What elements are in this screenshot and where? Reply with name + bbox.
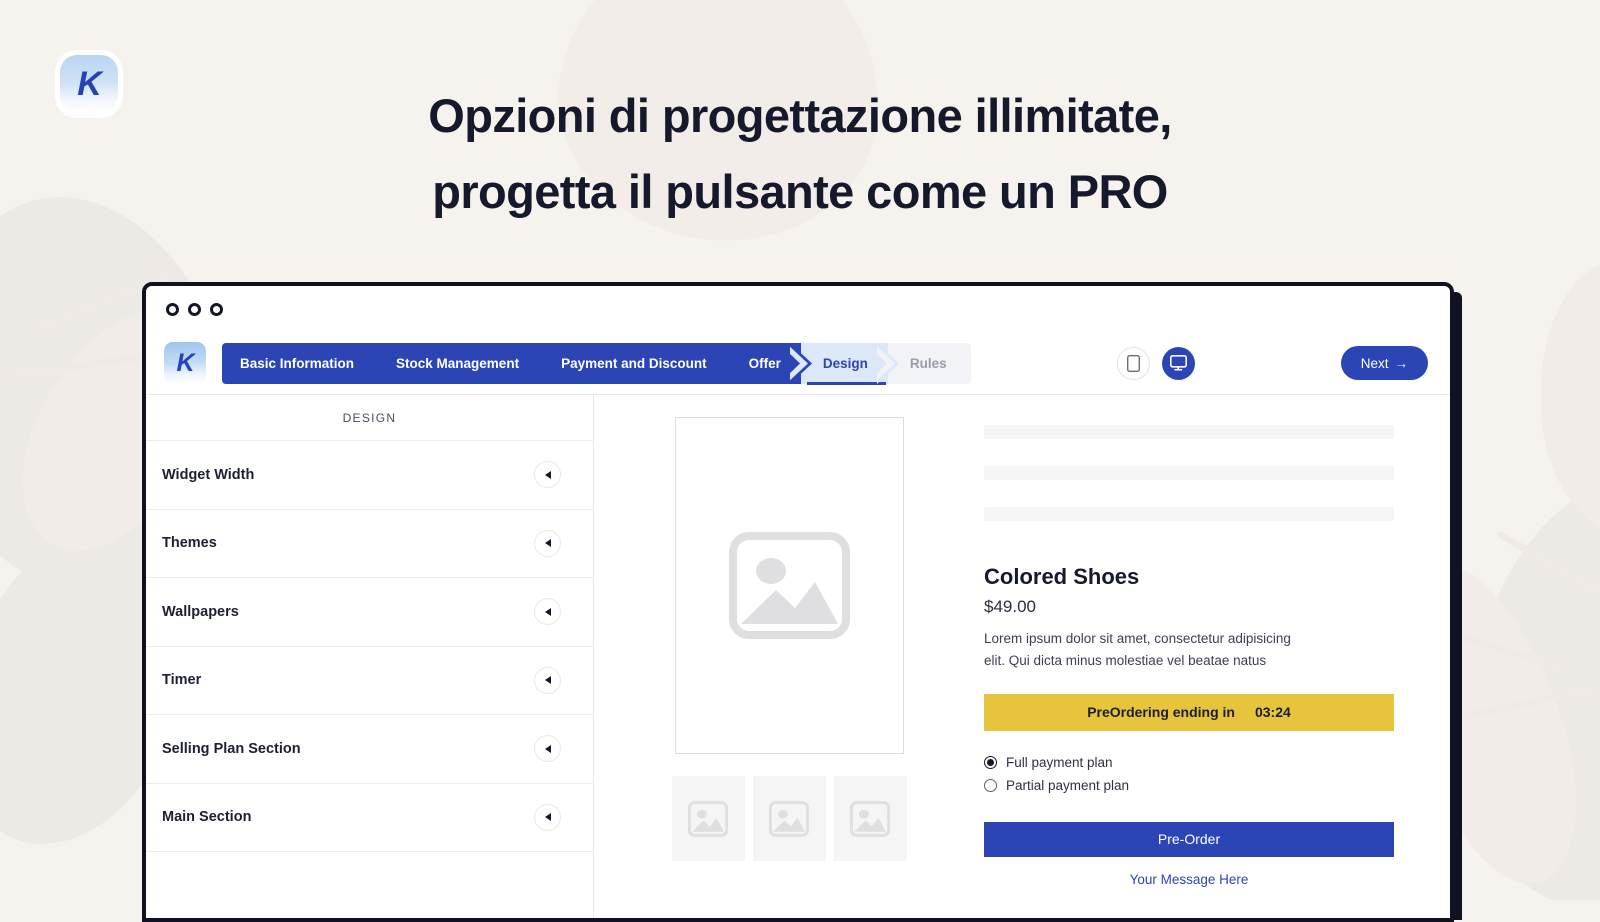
image-placeholder-icon — [850, 801, 890, 837]
page-title: Opzioni di progettazione illimitate, pro… — [0, 78, 1600, 230]
payment-plan-option[interactable]: Partial payment plan — [984, 774, 1394, 797]
sidebar-item-label: Timer — [162, 672, 201, 688]
sidebar-panel-list: Widget Width Themes Wallpapers Timer Selling… — [146, 441, 593, 852]
window-titlebar — [146, 286, 1450, 332]
step-chevron-icon — [716, 343, 738, 384]
countdown-banner: PreOrdering ending in 03:24 — [984, 694, 1394, 731]
sidebar-item-label: Main Section — [162, 809, 251, 825]
widget-preview: Colored Shoes $49.00 Lorem ipsum dolor s… — [594, 395, 1450, 922]
step-label: Stock Management — [396, 356, 519, 371]
chevron-left-icon — [545, 471, 551, 479]
step-basic-information[interactable]: Basic Information — [222, 343, 374, 384]
device-toggle-group — [1117, 347, 1195, 380]
chevron-left-icon — [545, 745, 551, 753]
browser-window: K Basic Information Stock Management Payme… — [142, 282, 1454, 922]
topbar-logo: K — [164, 342, 206, 384]
payment-plan-group: Full payment plan Partial payment plan — [984, 751, 1394, 797]
product-gallery — [594, 417, 984, 922]
step-offer[interactable]: Offer — [727, 343, 801, 384]
step-payment-and-discount[interactable]: Payment and Discount — [539, 343, 727, 384]
radio-selected-icon[interactable] — [984, 756, 997, 769]
skeleton-bar-3 — [984, 507, 1394, 521]
countdown-time: 03:24 — [1255, 704, 1291, 720]
sidebar-item-main-section[interactable]: Main Section — [146, 784, 593, 853]
step-chevron-icon — [790, 343, 812, 384]
window-dot-minimize[interactable] — [188, 303, 201, 316]
step-chevron-icon — [363, 343, 385, 384]
sidebar-item-label: Wallpapers — [162, 604, 239, 620]
wizard-stepper: Basic Information Stock Management Payment… — [222, 343, 971, 384]
chevron-left-icon — [545, 676, 551, 684]
payment-plan-option[interactable]: Full payment plan — [984, 751, 1394, 774]
sidebar-item-timer[interactable]: Timer — [146, 647, 593, 716]
step-chevron-icon — [877, 343, 899, 384]
step-label: Basic Information — [240, 356, 354, 371]
image-placeholder-icon — [729, 532, 850, 639]
step-label: Payment and Discount — [561, 356, 707, 371]
step-label: Design — [823, 356, 868, 371]
sidebar-item-expand-button[interactable] — [534, 598, 561, 625]
step-design[interactable]: Design — [801, 343, 888, 384]
window-dot-close[interactable] — [166, 303, 179, 316]
sidebar-item-wallpapers[interactable]: Wallpapers — [146, 578, 593, 647]
image-placeholder-icon — [769, 801, 809, 837]
step-label: Offer — [749, 356, 781, 371]
product-details: Colored Shoes $49.00 Lorem ipsum dolor s… — [984, 417, 1450, 922]
product-title: Colored Shoes — [984, 564, 1394, 590]
desktop-view-button[interactable] — [1162, 347, 1195, 380]
page-title-line-1: Opzioni di progettazione illimitate, — [0, 78, 1600, 154]
sidebar-item-expand-button[interactable] — [534, 530, 561, 557]
sidebar-item-widget-width[interactable]: Widget Width — [146, 441, 593, 510]
product-thumbnail[interactable] — [672, 776, 745, 861]
next-button-label: Next — [1361, 356, 1389, 371]
sidebar-item-expand-button[interactable] — [534, 804, 561, 831]
step-label: Rules — [910, 356, 947, 371]
topbar-logo-letter: K — [176, 351, 193, 376]
radio-unselected-icon[interactable] — [984, 779, 997, 792]
sidebar-item-selling-plan-section[interactable]: Selling Plan Section — [146, 715, 593, 784]
product-price: $49.00 — [984, 597, 1394, 617]
next-button[interactable]: Next → — [1341, 346, 1428, 380]
page-title-line-2: progetta il pulsante come un PRO — [0, 154, 1600, 230]
monitor-icon — [1170, 355, 1187, 371]
sidebar-item-expand-button[interactable] — [534, 461, 561, 488]
payment-plan-label: Full payment plan — [1006, 755, 1113, 770]
chevron-left-icon — [545, 608, 551, 616]
product-thumbnail[interactable] — [753, 776, 826, 861]
product-main-image[interactable] — [675, 417, 904, 754]
image-placeholder-icon — [688, 801, 728, 837]
sidebar-item-themes[interactable]: Themes — [146, 510, 593, 579]
sidebar-item-expand-button[interactable] — [534, 667, 561, 694]
app-topbar: K Basic Information Stock Management Payme… — [146, 332, 1450, 395]
skeleton-bar-1 — [984, 425, 1394, 439]
product-thumbnail-list — [672, 776, 907, 861]
sidebar-item-label: Themes — [162, 535, 217, 551]
product-thumbnail[interactable] — [834, 776, 907, 861]
skeleton-bar-2 — [984, 466, 1394, 480]
message-link[interactable]: Your Message Here — [984, 872, 1394, 887]
countdown-label: PreOrdering ending in — [1087, 704, 1235, 720]
step-chevron-icon — [528, 343, 550, 384]
chevron-left-icon — [545, 813, 551, 821]
arrow-right-icon: → — [1395, 356, 1409, 371]
sidebar-header: DESIGN — [146, 395, 593, 441]
step-rules[interactable]: Rules — [888, 343, 971, 384]
payment-plan-label: Partial payment plan — [1006, 778, 1129, 793]
window-dot-maximize[interactable] — [210, 303, 223, 316]
step-stock-management[interactable]: Stock Management — [374, 343, 539, 384]
chevron-left-icon — [545, 539, 551, 547]
product-description: Lorem ipsum dolor sit amet, consectetur … — [984, 628, 1314, 673]
sidebar-item-label: Selling Plan Section — [162, 741, 301, 757]
workspace: DESIGN Widget Width Themes Wallpapers Timer… — [146, 395, 1450, 922]
window-controls — [166, 303, 223, 316]
mobile-view-button[interactable] — [1117, 347, 1150, 380]
phone-icon — [1127, 355, 1140, 372]
sidebar-item-label: Widget Width — [162, 467, 254, 483]
preorder-button[interactable]: Pre-Order — [984, 822, 1394, 857]
design-sidebar: DESIGN Widget Width Themes Wallpapers Timer… — [146, 395, 594, 922]
sidebar-item-expand-button[interactable] — [534, 735, 561, 762]
